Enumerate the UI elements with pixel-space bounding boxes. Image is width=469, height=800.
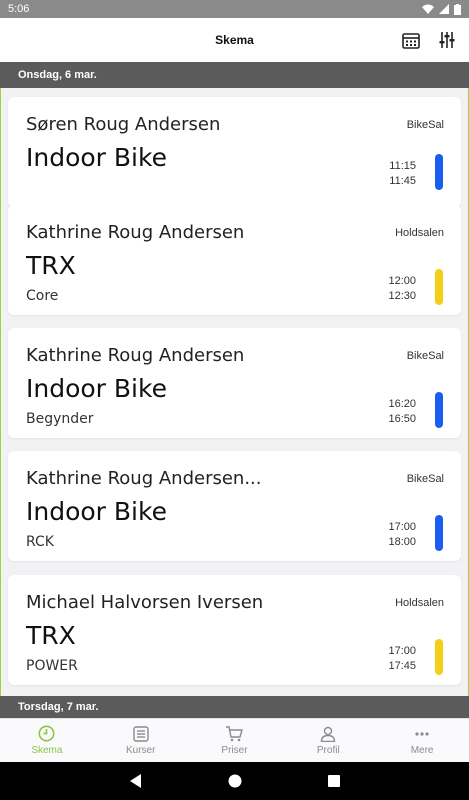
start-time: 12:00 [388,275,416,287]
end-time: 16:50 [388,413,416,425]
calendar-button[interactable] [401,30,421,50]
calendar-icon [402,32,420,49]
class-name: TRX [26,621,76,650]
home-icon[interactable] [228,774,242,788]
end-time: 18:00 [388,536,416,548]
class-name: Indoor Bike [26,497,167,526]
class-card[interactable]: Kathrine Roug Andersen BikeSal Indoor Bi… [8,328,461,438]
class-subtitle: Core [26,288,59,304]
class-time: 17:00 18:00 [388,520,416,550]
start-time: 17:00 [388,521,416,533]
instructor-name: Kathrine Roug Andersen [26,345,245,366]
room-label: Holdsalen [395,597,444,609]
tab-kurser[interactable]: Kurser [94,719,188,762]
tab-priser[interactable]: Priser [188,719,282,762]
class-name: TRX [26,251,76,280]
class-name: Indoor Bike [26,374,167,403]
class-time: 16:20 16:50 [388,397,416,427]
wifi-icon [422,4,434,14]
room-label: BikeSal [406,473,444,485]
end-time: 12:30 [388,290,416,302]
filter-button[interactable] [437,30,457,50]
tab-label: Profil [316,744,340,756]
class-card[interactable]: Kathrine Roug Andersen Holdsalen TRX Cor… [8,205,461,315]
class-time: 17:00 17:45 [388,644,416,674]
class-subtitle: Begynder [26,411,94,427]
class-card[interactable]: Søren Roug Andersen BikeSal Indoor Bike … [8,97,461,207]
day-header: Onsdag, 6 mar. [0,62,469,88]
page-title: Skema [215,33,254,47]
cart-icon [226,725,244,741]
schedule-list[interactable]: Søren Roug Andersen BikeSal Indoor Bike … [0,88,469,696]
tab-label: Mere [410,744,434,756]
tab-skema[interactable]: Skema [0,719,94,762]
end-time: 11:45 [389,175,416,187]
category-color-bar [435,392,443,428]
category-color-bar [435,269,443,305]
back-icon[interactable] [129,774,142,788]
person-icon [321,726,336,742]
end-time: 17:45 [388,660,416,672]
tab-label: Kurser [125,744,156,756]
category-color-bar [435,639,443,675]
class-subtitle: POWER [26,658,78,674]
class-time: 11:15 11:45 [389,159,416,189]
list-icon [132,725,149,742]
class-name: Indoor Bike [26,143,167,172]
filter-sliders-icon [439,32,455,48]
tab-profil[interactable]: Profil [281,719,375,762]
class-time: 12:00 12:30 [388,274,416,304]
recents-icon[interactable] [327,775,340,787]
instructor-name: Kathrine Roug Andersen... [26,468,262,489]
app-bar: Skema [0,18,469,62]
start-time: 17:00 [388,645,416,657]
tab-label: Skema [31,745,63,756]
room-label: BikeSal [406,350,444,362]
status-time: 5:06 [8,3,30,15]
signal-icon [439,4,449,14]
room-label: Holdsalen [395,227,444,239]
battery-icon [454,3,461,15]
clock-icon [38,725,55,742]
category-color-bar [435,515,443,551]
instructor-name: Michael Halvorsen Iversen [26,592,264,613]
day-header: Torsdag, 7 mar. [0,696,469,718]
start-time: 16:20 [388,398,416,410]
class-subtitle: RCK [26,534,54,550]
start-time: 11:15 [389,160,416,172]
bottom-tab-bar: Skema Kurser Priser Profil Mere [0,718,469,762]
status-bar: 5:06 [0,0,469,18]
room-label: BikeSal [406,119,444,131]
category-color-bar [435,154,443,190]
instructor-name: Kathrine Roug Andersen [26,222,245,243]
status-icons [422,3,461,15]
class-card[interactable]: Michael Halvorsen Iversen Holdsalen TRX … [8,575,461,685]
system-navigation-bar [0,762,469,800]
tab-mere[interactable]: Mere [375,719,469,762]
more-dots-icon [415,731,429,736]
tab-label: Priser [221,744,248,756]
instructor-name: Søren Roug Andersen [26,114,221,135]
class-card[interactable]: Kathrine Roug Andersen... BikeSal Indoor… [8,451,461,561]
